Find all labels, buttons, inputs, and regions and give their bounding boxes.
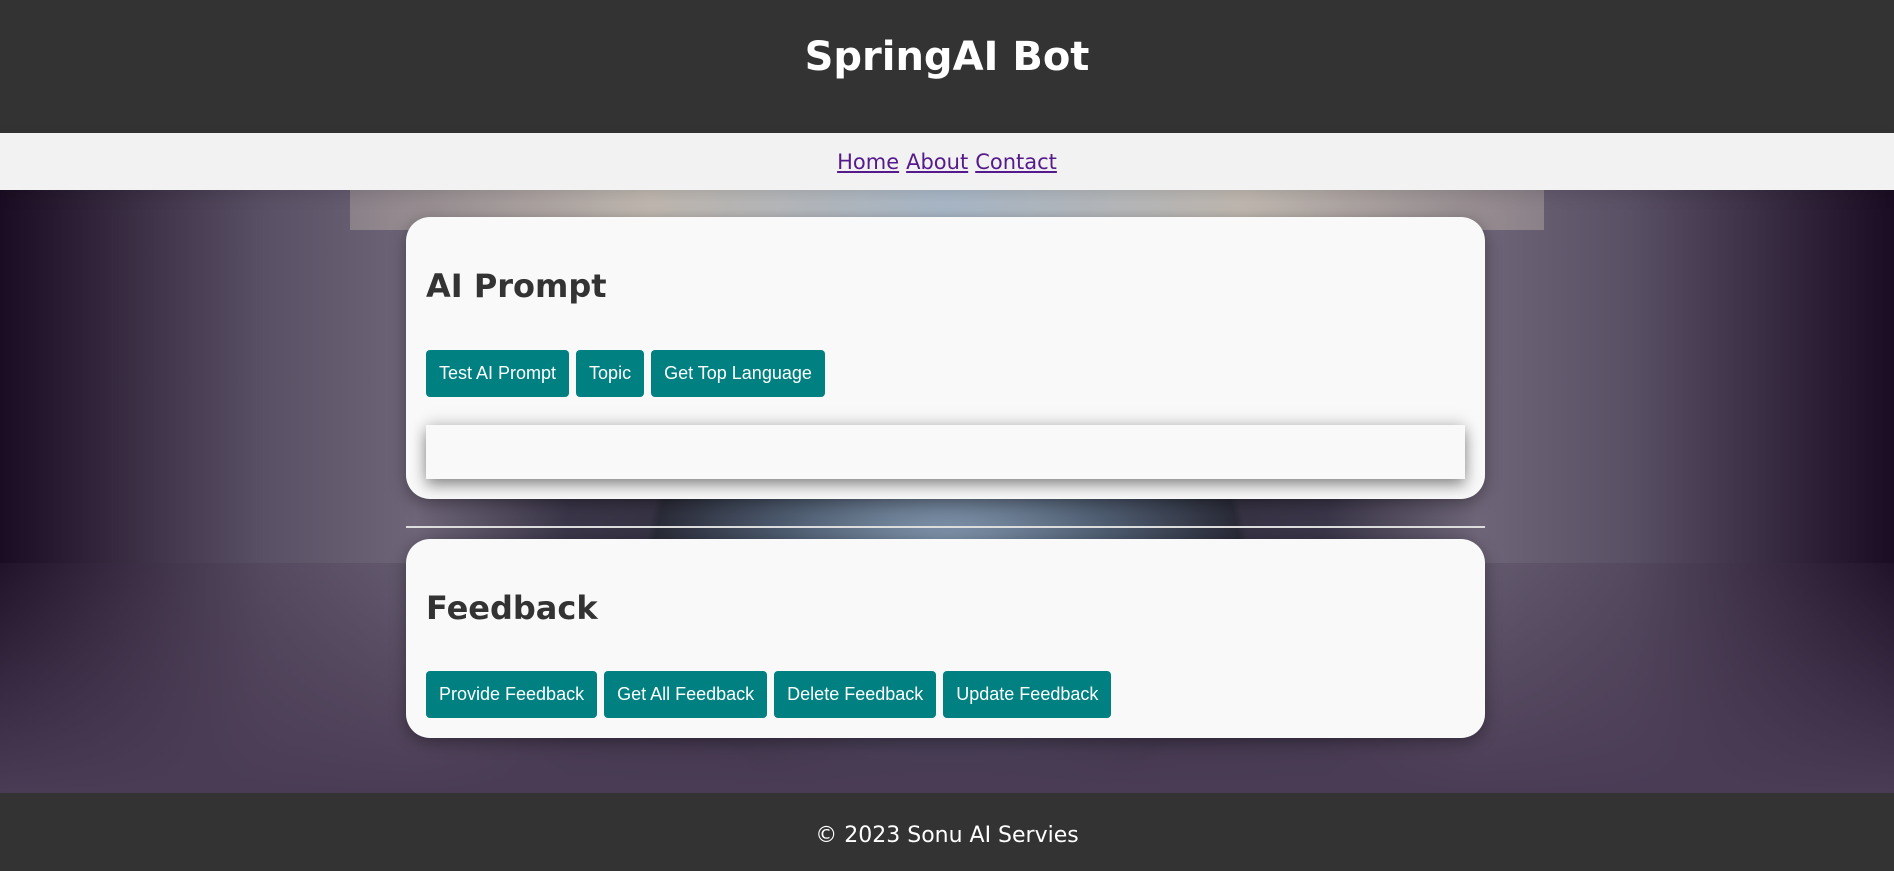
topic-button[interactable]: Topic [576,350,645,397]
feedback-card: Feedback Provide Feedback Get All Feedba… [406,539,1485,738]
nav-bar: Home About Contact [0,133,1894,190]
site-footer: © 2023 Sonu AI Servies [0,793,1894,871]
provide-feedback-button[interactable]: Provide Feedback [426,671,598,718]
ai-prompt-heading: AI Prompt [426,267,607,305]
feedback-buttons: Provide Feedback Get All Feedback Delete… [426,671,1112,718]
update-feedback-button[interactable]: Update Feedback [943,671,1112,718]
site-title: SpringAI Bot [804,33,1090,80]
nav-link-home[interactable]: Home [837,150,899,174]
nav-link-about[interactable]: About [906,150,968,174]
test-ai-prompt-button[interactable]: Test AI Prompt [426,350,570,397]
get-all-feedback-button[interactable]: Get All Feedback [604,671,768,718]
nav-link-contact[interactable]: Contact [975,150,1057,174]
get-top-language-button[interactable]: Get Top Language [651,350,825,397]
ai-response-output [426,425,1465,479]
footer-copyright: © 2023 Sonu AI Servies [815,822,1079,848]
site-header: SpringAI Bot [0,0,1894,133]
delete-feedback-button[interactable]: Delete Feedback [774,671,937,718]
section-divider [406,526,1485,528]
feedback-heading: Feedback [426,589,598,627]
ai-prompt-buttons: Test AI Prompt Topic Get Top Language [426,350,825,397]
ai-prompt-card: AI Prompt Test AI Prompt Topic Get Top L… [406,217,1485,499]
